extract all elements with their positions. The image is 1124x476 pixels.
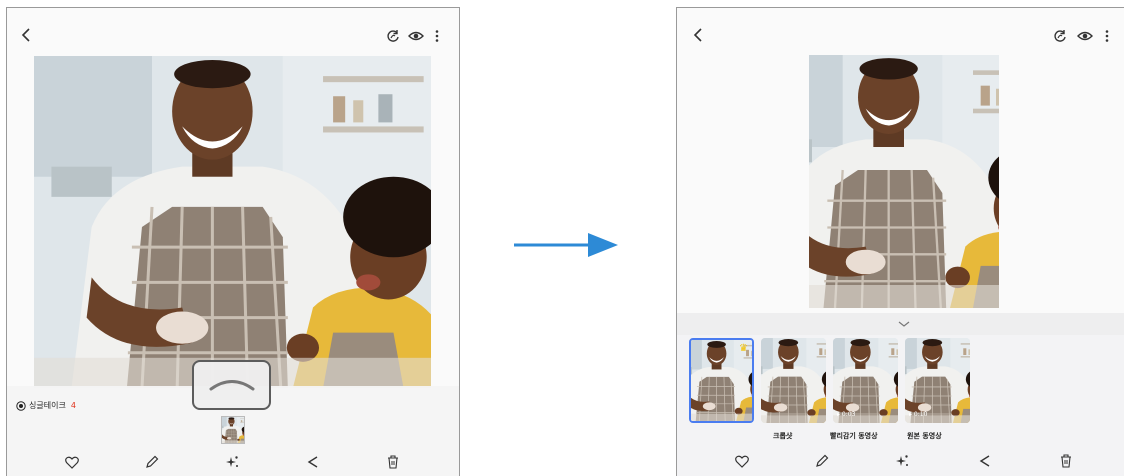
sparkle-effects-icon[interactable]: [895, 454, 909, 468]
trash-icon[interactable]: [387, 455, 399, 469]
bottom-action-bar: [7, 450, 459, 476]
single-take-icon: [16, 400, 26, 411]
sparkle-effects-icon[interactable]: [225, 455, 239, 469]
trash-icon[interactable]: [1060, 454, 1072, 468]
eye-icon[interactable]: [1077, 30, 1093, 42]
video-duration: ▸ 0:03: [837, 411, 856, 418]
back-chevron-icon[interactable]: [693, 28, 703, 42]
single-take-viewer-screen: 싱글테이크 4: [6, 7, 460, 476]
remaster-icon[interactable]: [386, 29, 400, 43]
remaster-icon[interactable]: [1053, 29, 1067, 43]
result-label-fast-forward-video: 빨리감기 동영상: [830, 432, 878, 440]
top-bar: [7, 8, 459, 58]
chevron-up-icon[interactable]: [208, 376, 256, 392]
result-card-original-video[interactable]: ▸ 0:10: [905, 338, 970, 423]
top-bar: [677, 8, 1124, 58]
back-chevron-icon[interactable]: [21, 28, 31, 42]
single-take-label: 싱글테이크: [29, 401, 66, 410]
swipe-up-handle[interactable]: [192, 360, 271, 410]
result-label-crop-shot: 크롭샷: [773, 432, 793, 440]
single-take-results-screen: ♛ 크롭샷 ▸ 0:03 빨리감기 동영상 ▸ 0:10 원본 동영상: [676, 7, 1124, 476]
video-duration: ▸ 0:10: [909, 411, 928, 418]
crown-icon: ♛: [739, 343, 748, 354]
bottom-action-bar: [677, 450, 1124, 476]
right-arrow-icon: [514, 232, 618, 258]
more-vertical-icon[interactable]: [435, 30, 439, 42]
edit-pencil-icon[interactable]: [145, 455, 159, 469]
sheet-header[interactable]: [677, 313, 1124, 335]
edit-pencil-icon[interactable]: [815, 454, 829, 468]
single-take-count: 4: [70, 401, 76, 410]
heart-icon[interactable]: [65, 456, 79, 469]
result-card-best-shot[interactable]: ♛: [689, 338, 754, 423]
single-take-indicator[interactable]: 싱글테이크 4: [16, 400, 76, 411]
more-vertical-icon[interactable]: [1105, 30, 1109, 42]
filmstrip-thumbnail[interactable]: [221, 416, 245, 444]
results-bottom-sheet: ♛ 크롭샷 ▸ 0:03 빨리감기 동영상 ▸ 0:10 원본 동영상: [677, 313, 1124, 476]
chevron-down-icon[interactable]: [898, 321, 910, 327]
main-photo[interactable]: [34, 56, 431, 388]
eye-icon[interactable]: [408, 30, 424, 42]
main-photo[interactable]: [809, 55, 999, 308]
result-card-crop-shot[interactable]: [761, 338, 826, 423]
share-icon[interactable]: [307, 455, 319, 469]
result-label-original-video: 원본 동영상: [907, 432, 942, 440]
share-icon[interactable]: [979, 454, 991, 468]
result-card-fast-forward-video[interactable]: ▸ 0:03: [833, 338, 898, 423]
heart-icon[interactable]: [735, 455, 749, 468]
